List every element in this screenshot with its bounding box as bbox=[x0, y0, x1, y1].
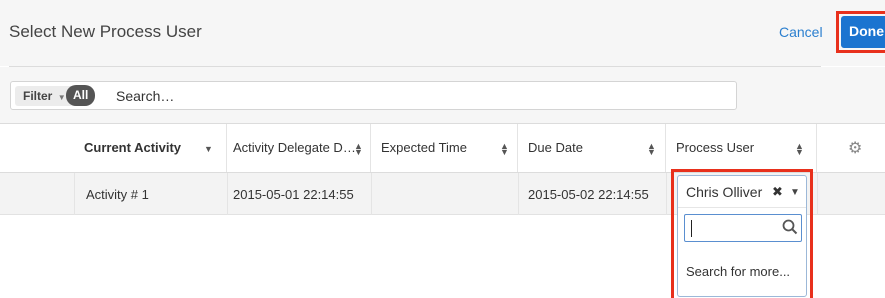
cell-divider bbox=[74, 173, 75, 215]
col-process-user[interactable]: Process User ▲ ▼ bbox=[666, 124, 817, 172]
modal-header: Select New Process User Cancel Done bbox=[0, 0, 885, 66]
cell-divider bbox=[371, 173, 372, 215]
cell-due-date: 2015-05-02 22:14:55 bbox=[528, 187, 649, 202]
col-expected-time[interactable]: Expected Time ▲ ▼ bbox=[371, 124, 518, 172]
column-label: Current Activity bbox=[84, 140, 182, 155]
cell-divider bbox=[666, 173, 667, 215]
filter-all-badge[interactable]: All bbox=[66, 85, 96, 106]
cell-divider bbox=[518, 173, 519, 215]
search-for-more-link[interactable]: Search for more... bbox=[686, 264, 790, 279]
search-input[interactable]: Search… bbox=[116, 88, 174, 104]
cell-activity-delegate-date: 2015-05-01 22:14:55 bbox=[233, 187, 354, 202]
col-activity-delegate-date[interactable]: Activity Delegate D… ▲ ▼ bbox=[227, 124, 371, 172]
column-label: Expected Time bbox=[381, 140, 467, 155]
cell-current-activity: Activity # 1 bbox=[86, 187, 149, 202]
filter-bar: Filter ▼ All Search… bbox=[0, 67, 885, 123]
col-due-date[interactable]: Due Date ▲ ▼ bbox=[518, 124, 666, 172]
cancel-button[interactable]: Cancel bbox=[779, 24, 823, 40]
clear-icon[interactable]: ✖ bbox=[772, 184, 783, 200]
process-user-dropdown: Chris Olliver ✖ ▼ Search for more... bbox=[677, 175, 807, 297]
sort-desc-icon: ▼ bbox=[204, 144, 213, 154]
sort-icon: ▲ ▼ bbox=[500, 141, 509, 157]
done-highlight-box bbox=[836, 11, 885, 53]
user-search-input[interactable] bbox=[684, 214, 802, 242]
sort-icon: ▲ ▼ bbox=[354, 141, 363, 157]
text-cursor bbox=[691, 220, 692, 237]
filter-search-box: Filter ▼ All Search… bbox=[10, 81, 737, 110]
sort-icon: ▲ ▼ bbox=[647, 141, 656, 157]
filter-label: Filter bbox=[23, 89, 53, 103]
selected-user: Chris Olliver bbox=[686, 184, 763, 200]
column-label: Due Date bbox=[528, 140, 583, 155]
col-current-activity[interactable]: Current Activity ▼ bbox=[74, 124, 227, 172]
sort-icon: ▲ ▼ bbox=[795, 141, 804, 157]
search-icon bbox=[782, 219, 798, 235]
page-title: Select New Process User bbox=[9, 22, 202, 41]
column-label: Process User bbox=[676, 140, 755, 155]
cell-divider bbox=[227, 173, 228, 215]
table-header: Current Activity ▼ Activity Delegate D… … bbox=[0, 123, 885, 173]
column-label: Activity Delegate D… bbox=[233, 140, 356, 155]
process-user-select[interactable]: Chris Olliver ✖ ▼ bbox=[678, 176, 806, 208]
chevron-down-icon[interactable]: ▼ bbox=[790, 187, 800, 198]
cell-divider bbox=[817, 173, 818, 215]
gear-icon[interactable]: ⚙ bbox=[848, 138, 862, 158]
caret-down-icon: ▼ bbox=[57, 93, 66, 102]
